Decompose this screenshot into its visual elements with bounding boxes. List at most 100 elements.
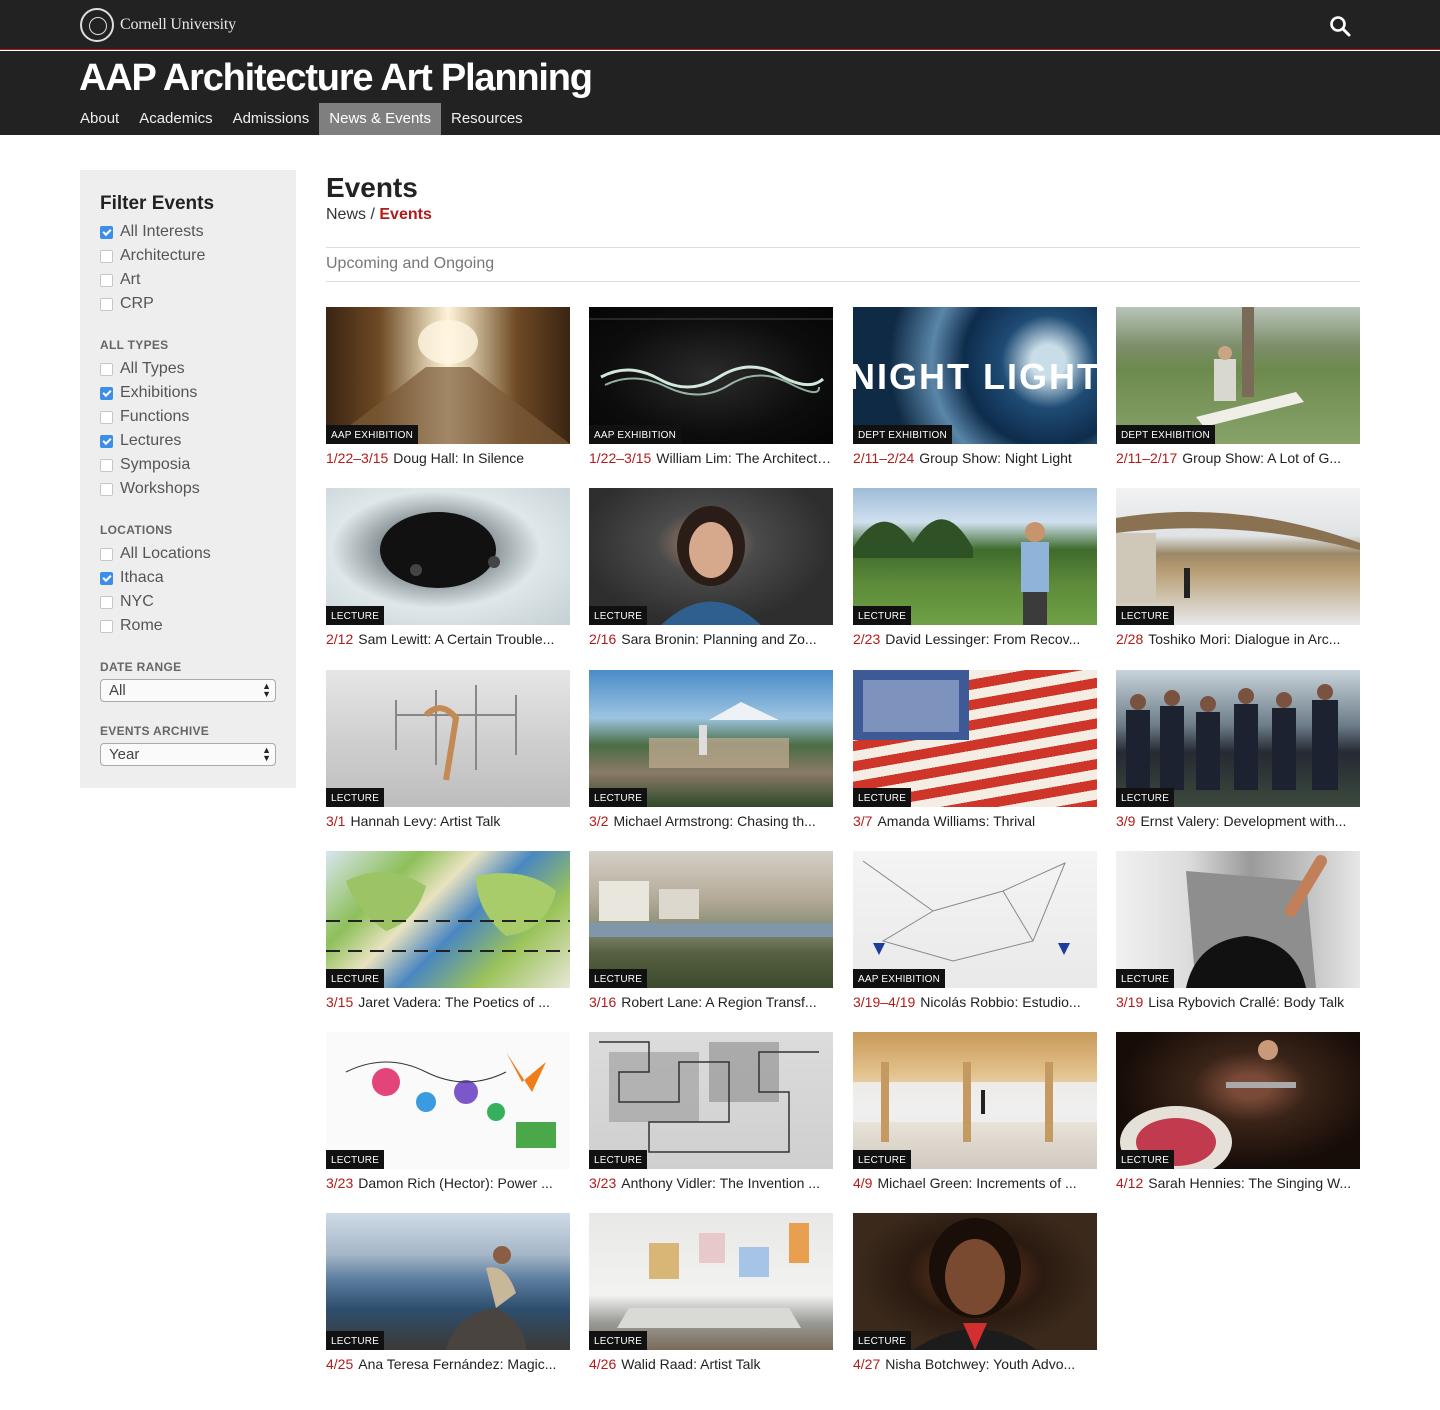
event-card[interactable]: LECTURE 3/19 Lisa Rybovich Crallé: Body T… bbox=[1116, 851, 1360, 1017]
event-image[interactable]: LECTURE bbox=[853, 488, 1097, 625]
events-archive-select[interactable]: Year ▲ ▼ bbox=[100, 743, 276, 766]
event-image[interactable]: AAP EXHIBITION bbox=[326, 307, 570, 444]
filter-all-interests[interactable]: All Interests bbox=[100, 220, 276, 244]
event-card[interactable]: LECTURE 4/26 Walid Raad: Artist Talk bbox=[589, 1213, 833, 1379]
event-card[interactable]: AAP EXHIBITION 3/19–4/19 Nicolás Robbio: … bbox=[853, 851, 1097, 1017]
event-caption[interactable]: 2/12 Sam Lewitt: A Certain Trouble... bbox=[326, 631, 570, 647]
filter-exhibitions[interactable]: Exhibitions bbox=[100, 381, 276, 405]
event-card[interactable]: LECTURE 3/23 Damon Rich (Hector): Power .… bbox=[326, 1032, 570, 1198]
event-card[interactable]: LECTURE 3/1 Hannah Levy: Artist Talk bbox=[326, 670, 570, 836]
event-card[interactable]: AAP EXHIBITION 1/22–3/15 Doug Hall: In Si… bbox=[326, 307, 570, 473]
event-image[interactable]: DEPT EXHIBITION bbox=[1116, 307, 1360, 444]
event-card[interactable]: AAP EXHIBITION 1/22–3/15 William Lim: The… bbox=[589, 307, 833, 473]
event-caption[interactable]: 3/2 Michael Armstrong: Chasing th... bbox=[589, 813, 833, 829]
event-caption[interactable]: 3/9 Ernst Valery: Development with... bbox=[1116, 813, 1360, 829]
event-card[interactable]: LECTURE 4/25 Ana Teresa Fernández: Magic.… bbox=[326, 1213, 570, 1379]
cornell-logo[interactable]: Cornell University bbox=[80, 8, 236, 42]
filter-art[interactable]: Art bbox=[100, 268, 276, 292]
filter-rome[interactable]: Rome bbox=[100, 614, 276, 638]
site-title[interactable]: AAP Architecture Art Planning bbox=[79, 57, 593, 100]
event-card[interactable]: LECTURE 4/27 Nisha Botchwey: Youth Advo..… bbox=[853, 1213, 1097, 1379]
event-image[interactable]: LECTURE bbox=[326, 851, 570, 988]
event-card[interactable]: LECTURE 3/16 Robert Lane: A Region Transf… bbox=[589, 851, 833, 1017]
event-image[interactable]: LECTURE bbox=[326, 1213, 570, 1350]
event-caption[interactable]: 4/27 Nisha Botchwey: Youth Advo... bbox=[853, 1356, 1097, 1372]
filter-all-locations[interactable]: All Locations bbox=[100, 542, 276, 566]
event-caption[interactable]: 2/11–2/17 Group Show: A Lot of G... bbox=[1116, 450, 1360, 466]
checkbox[interactable] bbox=[100, 297, 113, 311]
checkbox[interactable] bbox=[100, 434, 113, 448]
checkbox[interactable] bbox=[100, 362, 113, 376]
event-caption[interactable]: 4/9 Michael Green: Increments of ... bbox=[853, 1175, 1097, 1191]
filter-crp[interactable]: CRP bbox=[100, 292, 276, 316]
event-image[interactable]: LECTURE bbox=[589, 670, 833, 807]
checkbox[interactable] bbox=[100, 273, 113, 287]
event-caption[interactable]: 3/16 Robert Lane: A Region Transf... bbox=[589, 994, 833, 1010]
event-image[interactable]: AAP EXHIBITION bbox=[853, 851, 1097, 988]
event-card[interactable]: LECTURE 3/15 Jaret Vadera: The Poetics of… bbox=[326, 851, 570, 1017]
event-caption[interactable]: 3/15 Jaret Vadera: The Poetics of ... bbox=[326, 994, 570, 1010]
event-card[interactable]: LECTURE 4/9 Michael Green: Increments of … bbox=[853, 1032, 1097, 1198]
event-card[interactable]: LECTURE 3/2 Michael Armstrong: Chasing th… bbox=[589, 670, 833, 836]
event-image[interactable]: LECTURE bbox=[589, 488, 833, 625]
event-image[interactable]: LECTURE bbox=[1116, 488, 1360, 625]
event-image[interactable]: LECTURE bbox=[326, 488, 570, 625]
event-card[interactable]: LECTURE 2/16 Sara Bronin: Planning and Zo… bbox=[589, 488, 833, 654]
event-caption[interactable]: 1/22–3/15 Doug Hall: In Silence bbox=[326, 450, 570, 466]
checkbox[interactable] bbox=[100, 458, 113, 472]
filter-functions[interactable]: Functions bbox=[100, 405, 276, 429]
event-image[interactable]: LECTURE bbox=[853, 670, 1097, 807]
event-caption[interactable]: 3/23 Anthony Vidler: The Invention ... bbox=[589, 1175, 833, 1191]
event-image[interactable]: LECTURE bbox=[326, 1032, 570, 1169]
filter-nyc[interactable]: NYC bbox=[100, 590, 276, 614]
filter-workshops[interactable]: Workshops bbox=[100, 477, 276, 501]
event-image[interactable]: LECTURE bbox=[1116, 670, 1360, 807]
filter-all-types[interactable]: All Types bbox=[100, 357, 276, 381]
event-caption[interactable]: 2/23 David Lessinger: From Recov... bbox=[853, 631, 1097, 647]
event-image[interactable]: LECTURE bbox=[589, 1213, 833, 1350]
event-caption[interactable]: 3/23 Damon Rich (Hector): Power ... bbox=[326, 1175, 570, 1191]
nav-academics[interactable]: Academics bbox=[129, 103, 222, 135]
filter-ithaca[interactable]: Ithaca bbox=[100, 566, 276, 590]
event-card[interactable]: LECTURE 3/7 Amanda Williams: Thrival bbox=[853, 670, 1097, 836]
event-image[interactable]: LECTURE bbox=[853, 1032, 1097, 1169]
event-image[interactable]: LECTURE bbox=[1116, 851, 1360, 988]
event-image[interactable]: LECTURE bbox=[326, 670, 570, 807]
event-caption[interactable]: 1/22–3/15William Lim: The Architecture o… bbox=[589, 450, 833, 466]
event-caption[interactable]: 2/16 Sara Bronin: Planning and Zo... bbox=[589, 631, 833, 647]
event-caption[interactable]: 3/1 Hannah Levy: Artist Talk bbox=[326, 813, 570, 829]
checkbox[interactable] bbox=[100, 571, 113, 585]
breadcrumb-news[interactable]: News bbox=[326, 206, 366, 223]
nav-admissions[interactable]: Admissions bbox=[223, 103, 320, 135]
event-image[interactable]: LECTURE bbox=[589, 851, 833, 988]
checkbox[interactable] bbox=[100, 595, 113, 609]
event-image[interactable]: NIGHT LIGHT DEPT EXHIBITION bbox=[853, 307, 1097, 444]
checkbox[interactable] bbox=[100, 249, 113, 263]
event-image[interactable]: LECTURE bbox=[853, 1213, 1097, 1350]
event-caption[interactable]: 2/11–2/24 Group Show: Night Light bbox=[853, 450, 1097, 466]
event-card[interactable]: LECTURE 2/23 David Lessinger: From Recov.… bbox=[853, 488, 1097, 654]
checkbox[interactable] bbox=[100, 619, 113, 633]
event-card[interactable]: LECTURE 2/28 Toshiko Mori: Dialogue in Ar… bbox=[1116, 488, 1360, 654]
checkbox[interactable] bbox=[100, 386, 113, 400]
event-card[interactable]: NIGHT LIGHT DEPT EXHIBITION 2/11–2/24 Gro… bbox=[853, 307, 1097, 473]
filter-architecture[interactable]: Architecture bbox=[100, 244, 276, 268]
event-image[interactable]: LECTURE bbox=[1116, 1032, 1360, 1169]
event-card[interactable]: LECTURE 3/23 Anthony Vidler: The Inventio… bbox=[589, 1032, 833, 1198]
checkbox[interactable] bbox=[100, 410, 113, 424]
event-card[interactable]: DEPT EXHIBITION 2/11–2/17 Group Show: A L… bbox=[1116, 307, 1360, 473]
nav-news-events[interactable]: News & Events bbox=[319, 103, 441, 135]
search-button[interactable] bbox=[1328, 14, 1352, 38]
event-caption[interactable]: 3/19 Lisa Rybovich Crallé: Body Talk bbox=[1116, 994, 1360, 1010]
event-image[interactable]: AAP EXHIBITION bbox=[589, 307, 833, 444]
filter-symposia[interactable]: Symposia bbox=[100, 453, 276, 477]
event-image[interactable]: LECTURE bbox=[589, 1032, 833, 1169]
date-range-select[interactable]: All ▲ ▼ bbox=[100, 679, 276, 702]
event-caption[interactable]: 4/12 Sarah Hennies: The Singing W... bbox=[1116, 1175, 1360, 1191]
nav-resources[interactable]: Resources bbox=[441, 103, 533, 135]
filter-lectures[interactable]: Lectures bbox=[100, 429, 276, 453]
event-card[interactable]: LECTURE 3/9 Ernst Valery: Development wit… bbox=[1116, 670, 1360, 836]
nav-about[interactable]: About bbox=[70, 103, 129, 135]
event-caption[interactable]: 4/26 Walid Raad: Artist Talk bbox=[589, 1356, 833, 1372]
checkbox[interactable] bbox=[100, 547, 113, 561]
